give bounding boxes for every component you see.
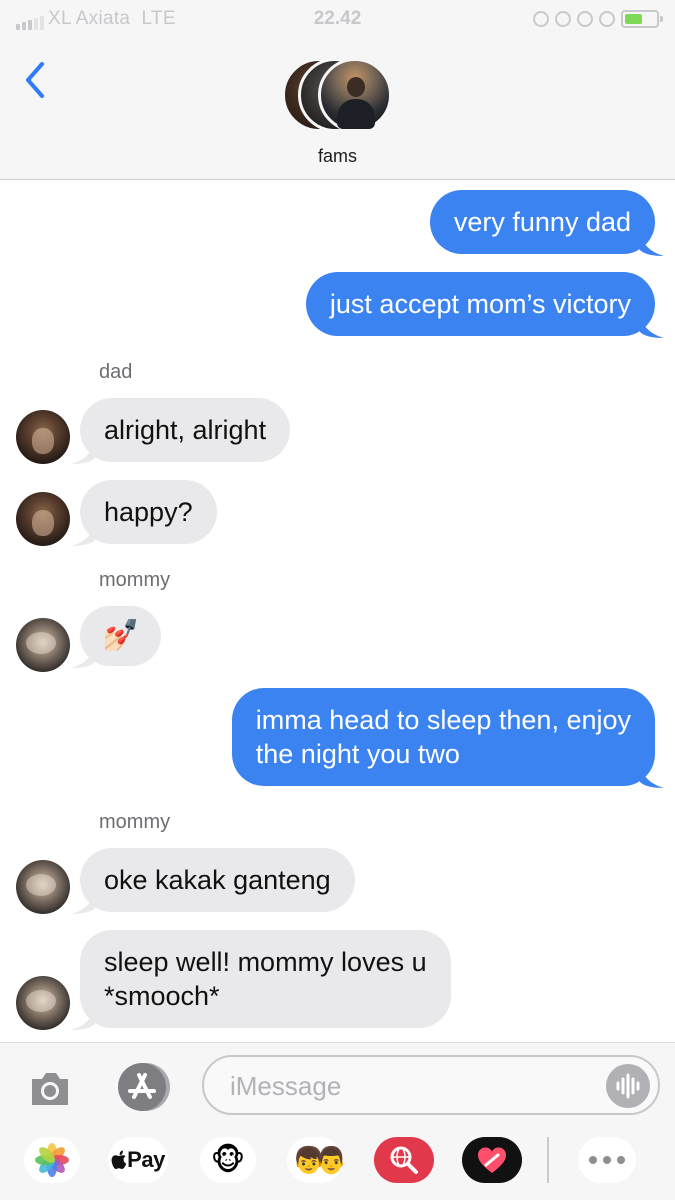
message-line: *smooch* <box>104 981 220 1011</box>
bubble-tail <box>640 764 664 788</box>
apple-logo-icon <box>111 1150 127 1169</box>
message-text: happy? <box>104 497 193 527</box>
message-line: the night you two <box>255 739 460 769</box>
message-input[interactable] <box>230 1067 590 1105</box>
message-text: just accept mom’s victory <box>329 289 631 319</box>
incoming-message[interactable]: 💅🏻 <box>71 606 162 668</box>
audio-record-button[interactable] <box>606 1064 650 1108</box>
incoming-message[interactable]: oke kakak ganteng <box>71 848 355 914</box>
bubble-tail <box>640 314 664 338</box>
app-drawer: Pay 🐵 👦👨 <box>0 1137 675 1193</box>
camera-button[interactable] <box>26 1065 74 1113</box>
sender-avatar[interactable] <box>16 492 70 546</box>
more-apps-button[interactable] <box>578 1137 636 1183</box>
photos-icon <box>35 1143 69 1177</box>
app-store-icon <box>118 1063 170 1111</box>
group-name[interactable]: fams <box>0 146 675 167</box>
rotation-lock-icon <box>555 11 571 27</box>
apple-pay-button[interactable]: Pay <box>108 1137 168 1183</box>
back-button[interactable] <box>20 58 56 102</box>
status-bar: XL Axiata LTE 22.42 <box>0 0 675 38</box>
digital-touch-icon <box>478 1147 506 1173</box>
bubble-tail <box>71 890 95 914</box>
sender-avatar[interactable] <box>16 976 70 1030</box>
bubble-tail <box>71 440 95 464</box>
incoming-message[interactable]: happy? <box>71 480 217 546</box>
photos-app-button[interactable] <box>24 1137 80 1183</box>
memoji-icon: 👦👨 <box>292 1144 348 1175</box>
conversation-header: XL Axiata LTE 22.42 fams <box>0 0 675 180</box>
animoji-icon: 🐵 <box>210 1143 246 1177</box>
incoming-message[interactable]: alright, alright <box>71 398 291 464</box>
alarm-icon <box>577 11 593 27</box>
message-text: alright, alright <box>104 415 267 445</box>
status-icons <box>533 8 663 30</box>
sender-name: dad <box>99 361 133 383</box>
message-text: oke kakak ganteng <box>104 865 331 895</box>
headphones-icon <box>599 11 615 27</box>
more-icon <box>589 1156 625 1164</box>
apple-pay-label: Pay <box>127 1147 165 1172</box>
digital-touch-button[interactable] <box>462 1137 522 1183</box>
message-input-container <box>202 1055 660 1115</box>
memoji-button[interactable]: 👦👨 <box>287 1137 348 1183</box>
chevron-left-icon <box>26 62 44 98</box>
sender-name: mommy <box>99 811 171 833</box>
member-avatar <box>318 58 392 132</box>
sender-name: mommy <box>99 569 171 591</box>
battery-icon <box>621 10 663 28</box>
outgoing-message[interactable]: imma head to sleep then, enjoy the night… <box>231 688 664 788</box>
web-images-icon <box>390 1146 418 1174</box>
bubble-tail <box>640 232 664 256</box>
bubble-tail <box>71 1006 95 1030</box>
sender-avatar[interactable] <box>16 618 70 672</box>
message-text: very funny dad <box>453 207 631 237</box>
message-emoji: 💅🏻 <box>102 619 140 652</box>
outgoing-message[interactable]: very funny dad <box>429 190 664 256</box>
bubble-tail <box>71 522 95 546</box>
incoming-message[interactable]: sleep well! mommy loves u *smooch* <box>71 930 451 1030</box>
group-avatar-stack[interactable] <box>280 58 395 134</box>
sender-avatar[interactable] <box>16 860 70 914</box>
camera-icon <box>32 1073 68 1105</box>
message-line: imma head to sleep then, enjoy <box>255 705 631 735</box>
web-images-button[interactable] <box>374 1137 434 1183</box>
do-not-disturb-icon <box>533 11 549 27</box>
bubble-tail <box>71 644 95 668</box>
animoji-button[interactable]: 🐵 <box>200 1137 256 1183</box>
composer-bar: Pay 🐵 👦👨 <box>0 1042 675 1200</box>
sender-avatar[interactable] <box>16 410 70 464</box>
tray-divider <box>547 1137 549 1183</box>
message-line: sleep well! mommy loves u <box>104 947 427 977</box>
waveform-icon <box>616 1073 640 1099</box>
outgoing-message[interactable]: just accept mom’s victory <box>305 272 664 338</box>
app-store-button[interactable] <box>114 1061 172 1113</box>
